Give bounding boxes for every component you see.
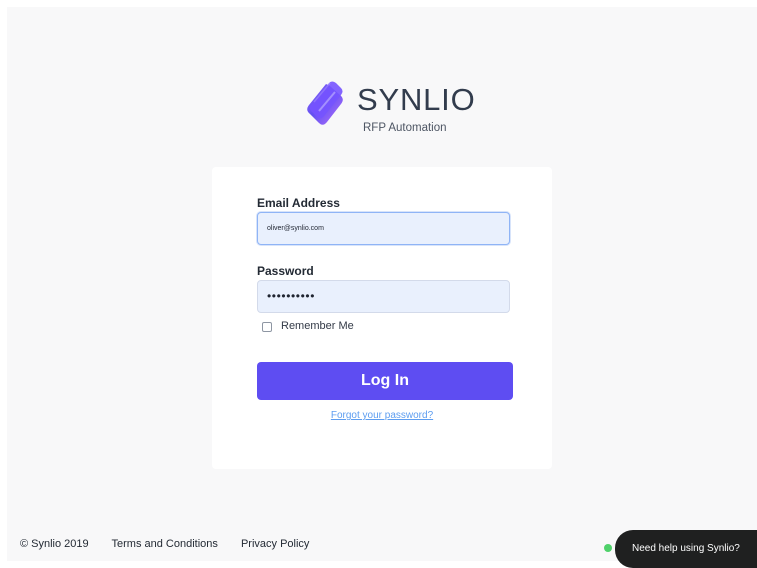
help-button[interactable]: Need help using Synlio?: [615, 530, 757, 568]
login-page: SYNLIO RFP Automation Email Address oliv…: [7, 7, 757, 568]
brand-name: SYNLIO: [357, 82, 476, 117]
email-label: Email Address: [257, 196, 340, 210]
remember-me-checkbox[interactable]: [262, 322, 272, 332]
privacy-link[interactable]: Privacy Policy: [241, 538, 309, 550]
brand-subtitle: RFP Automation: [363, 122, 447, 134]
forgot-password-link[interactable]: Forgot your password?: [212, 410, 552, 421]
login-card: Email Address oliver@synlio.com Password…: [212, 167, 552, 469]
email-field[interactable]: oliver@synlio.com: [257, 212, 510, 245]
password-field[interactable]: ••••••••••: [257, 280, 510, 313]
footer: © Synlio 2019 Terms and Conditions Priva…: [20, 538, 329, 550]
online-status-icon: [604, 544, 612, 552]
password-label: Password: [257, 264, 314, 278]
terms-link[interactable]: Terms and Conditions: [112, 538, 218, 550]
synlio-logo-icon: [307, 81, 343, 125]
copyright-text: © Synlio 2019: [20, 538, 89, 550]
help-widget[interactable]: Need help using Synlio?: [604, 522, 757, 568]
remember-me-label[interactable]: Remember Me: [281, 320, 354, 332]
brand-header: SYNLIO RFP Automation: [302, 79, 482, 149]
login-button[interactable]: Log In: [257, 362, 513, 400]
